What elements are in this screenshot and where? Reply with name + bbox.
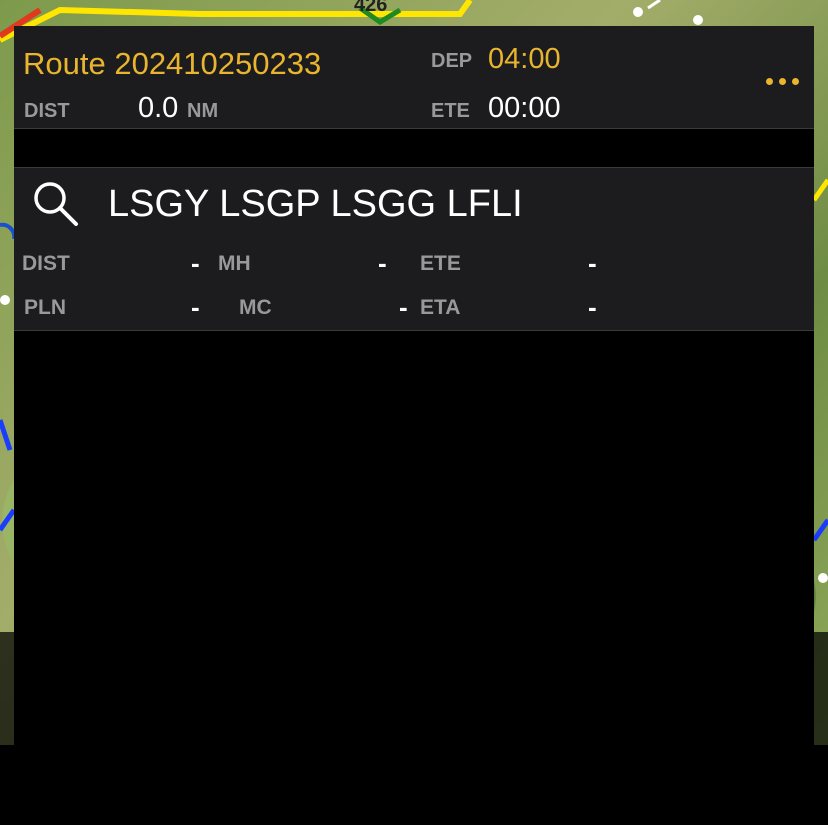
ete-label: ETE [431,100,470,122]
route-search-input[interactable] [104,178,802,230]
dep-label: DEP [431,50,473,72]
leg-pln-value: - [191,292,200,322]
leg-mh-value: - [378,248,387,278]
leg-dist-value: - [191,248,200,278]
leg-eta-value: - [588,292,597,322]
leg-mh-label: MH [218,252,251,275]
leg-card: DIST - MH - ETE - PLN - MC - ETA - [14,167,814,331]
leg-dist-label: DIST [22,252,70,275]
route-panel: Route 202410250233 DEP 04:00 DIST 0.0 NM… [14,26,814,745]
separator-bar [14,129,814,166]
dist-unit: NM [187,100,219,122]
dep-time[interactable]: 04:00 [488,43,561,76]
more-icon [766,77,773,85]
leg-mc-label: MC [239,296,272,319]
more-icon-dot [779,77,786,85]
route-title[interactable]: Route 202410250233 [23,46,321,82]
ete-value: 00:00 [488,92,561,124]
leg-ete-label: ETE [420,252,461,275]
road-label: 426 [354,0,388,16]
more-button[interactable] [766,74,810,88]
leg-mc-value: - [399,292,408,322]
route-header: Route 202410250233 DEP 04:00 DIST 0.0 NM… [14,26,814,129]
dist-label: DIST [24,100,70,122]
dist-value: 0.0 [138,92,179,124]
search-icon[interactable] [30,178,82,230]
leg-pln-label: PLN [24,296,66,319]
more-icon-dot [792,77,799,85]
leg-eta-label: ETA [420,296,461,319]
leg-ete-value: - [588,248,597,278]
